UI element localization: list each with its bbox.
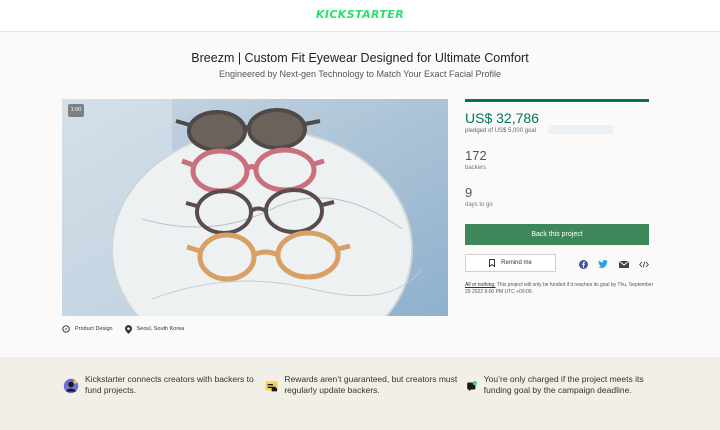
twitter-share[interactable] <box>597 258 609 270</box>
project-meta: Product Design Seoul, South Korea <box>62 323 196 335</box>
video-duration-badge: 1:00 <box>68 104 84 117</box>
project-title: Breezm | Custom Fit Eyewear Designed for… <box>191 51 529 65</box>
pledged-amount: US$ 32,786 <box>465 110 539 126</box>
pledged-goal: pledged of US$ 5,000 goal <box>465 128 537 134</box>
funding-disclaimer: All or nothing. This project will only b… <box>465 282 655 296</box>
feature-updates: Rewards aren’t guaranteed, but creators … <box>265 374 465 396</box>
updates-icon <box>265 381 278 392</box>
feature-funding: You’re only charged if the project meets… <box>466 374 666 396</box>
email-icon <box>619 260 629 268</box>
category-link[interactable]: Product Design <box>62 325 113 333</box>
feature-creators: Kickstarter connects creators with backe… <box>63 374 263 396</box>
blurred-overlay <box>548 125 613 134</box>
back-this-project-button[interactable]: Back this project <box>465 224 649 245</box>
location-link[interactable]: Seoul, South Korea <box>124 324 185 334</box>
eyewear-photo <box>62 99 448 316</box>
backers-count: 172 <box>465 148 487 163</box>
facebook-icon <box>578 259 588 269</box>
remind-me-label: Remind me <box>501 260 532 266</box>
funding-icon <box>467 381 477 392</box>
email-share[interactable] <box>618 258 630 270</box>
feature-funding-text: You’re only charged if the project meets… <box>483 374 644 395</box>
funding-progress-bar <box>465 99 649 102</box>
all-or-nothing-link[interactable]: All or nothing. <box>465 282 496 288</box>
bookmark-icon <box>489 259 496 267</box>
backers-label: backers <box>465 165 487 171</box>
project-video[interactable] <box>62 99 448 316</box>
feature-updates-text: Rewards aren’t guaranteed, but creators … <box>284 374 458 395</box>
feature-creators-text: Kickstarter connects creators with backe… <box>85 374 254 395</box>
top-bar: KICKSTARTER <box>0 0 720 32</box>
project-subtitle: Engineered by Next-gen Technology to Mat… <box>219 69 501 79</box>
remind-me-button[interactable]: Remind me <box>465 254 556 272</box>
days-count: 9 <box>465 185 473 200</box>
location-label: Seoul, South Korea <box>136 326 185 332</box>
days-label: days to go <box>465 202 493 208</box>
twitter-icon <box>598 260 608 268</box>
facebook-share[interactable] <box>577 258 589 270</box>
embed-share[interactable] <box>638 258 650 270</box>
kickstarter-logo[interactable]: KICKSTARTER <box>0 8 720 21</box>
category-label: Product Design <box>75 326 113 332</box>
location-pin-icon <box>124 324 132 334</box>
embed-icon <box>639 260 649 268</box>
creators-icon <box>63 378 79 394</box>
compass-icon <box>62 325 70 333</box>
